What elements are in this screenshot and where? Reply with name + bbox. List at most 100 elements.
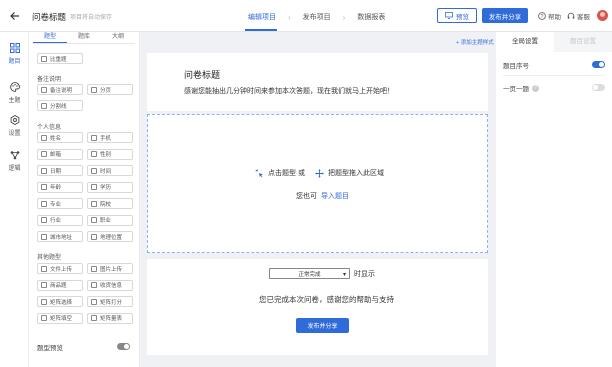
chip-label: 比重题	[50, 56, 67, 63]
step-publish[interactable]: 发布项目	[301, 12, 333, 22]
import-questions-link[interactable]: 导入题目	[321, 193, 349, 200]
survey-title[interactable]: 问卷标题	[32, 11, 66, 23]
add-theme-link[interactable]: + 添加主题样式	[456, 38, 494, 46]
service-link[interactable]: 客服	[567, 11, 590, 21]
tab-types[interactable]: 题型	[33, 32, 67, 43]
type-preview-label: 题型预览	[37, 345, 63, 352]
step-edit[interactable]: 编辑项目	[246, 12, 278, 22]
help-icon[interactable]: ?	[532, 84, 539, 92]
rail-item-logic[interactable]: 逻辑	[0, 150, 29, 172]
chip-personal-field[interactable]: 学历	[87, 181, 133, 193]
divider	[503, 75, 605, 76]
end-condition-select[interactable]: 正常完成 ▾	[269, 268, 350, 279]
type-preview-toggle[interactable]	[117, 343, 130, 350]
end-publish-button[interactable]: 发布并分享	[296, 318, 349, 333]
chevron-down-icon: ▾	[342, 272, 346, 278]
question-type-icon	[41, 265, 47, 272]
chip-other-type[interactable]: 矩阵打分	[87, 296, 133, 307]
question-number-toggle[interactable]	[592, 61, 605, 68]
one-per-page-toggle[interactable]	[592, 84, 605, 91]
chip-label: 姓名	[50, 135, 62, 142]
chip-personal-field[interactable]: 专业	[37, 198, 83, 209]
end-condition-suffix: 时显示	[354, 271, 375, 278]
chip-personal-field[interactable]: 手机	[87, 132, 133, 143]
question-type-icon	[41, 86, 47, 93]
settings-tabs: 全局设置 题目设置	[496, 32, 612, 52]
chip-other-type[interactable]: 矩阵选择	[37, 296, 83, 307]
tab-question-settings[interactable]: 题目设置	[554, 32, 612, 52]
chip-label: 邮箱	[50, 152, 62, 158]
section-note-title: 备注说明	[37, 77, 62, 83]
publish-share-button[interactable]: 发布并分享	[482, 8, 528, 23]
chip-other-type[interactable]: 图片上传	[87, 263, 133, 274]
question-type-icon	[41, 298, 47, 305]
chip-other-type[interactable]: 商品题	[37, 279, 83, 291]
question-type-icon	[41, 102, 47, 109]
survey-header-card[interactable]: 问卷标题 感谢您能抽出几分钟时间来参加本次答题，现在我们就马上开始吧！	[147, 53, 488, 111]
autosave-hint: 项目将自动保存	[70, 15, 113, 21]
question-drop-zone[interactable]: 点击题型 或 把题型拖入此区域 您也可 导入题目	[147, 114, 488, 253]
chip-personal-field[interactable]: 性别	[87, 148, 133, 160]
rail-item-theme[interactable]: 主题	[0, 82, 29, 104]
chip-personal-field[interactable]: 时间	[87, 165, 133, 176]
grid-icon	[9, 43, 20, 53]
question-type-icon	[91, 315, 97, 321]
survey-description[interactable]: 感谢您能抽出几分钟时间来参加本次答题，现在我们就马上开始吧！	[184, 86, 394, 96]
chip-divider[interactable]: 分割线	[37, 100, 83, 111]
section-other-title: 其他题型	[37, 255, 62, 261]
rail-item-questions[interactable]: 题目	[0, 43, 29, 65]
chip-other-type[interactable]: 文件上传	[37, 263, 83, 274]
question-type-icon	[91, 282, 97, 288]
survey-heading[interactable]: 问卷标题	[184, 68, 220, 81]
chip-label: 矩阵选择	[50, 299, 73, 306]
chip-other-type[interactable]: 矩阵量表	[87, 312, 133, 324]
chip-note[interactable]: 备注说明	[37, 84, 83, 95]
question-type-icon	[41, 55, 47, 62]
chip-label: 商品题	[50, 283, 67, 289]
chip-personal-field[interactable]: 邮箱	[37, 148, 83, 160]
back-arrow-icon[interactable]	[9, 10, 21, 22]
chip-personal-field[interactable]: 行业	[37, 214, 83, 226]
chip-page[interactable]: 分页	[87, 84, 133, 95]
chip-other-type[interactable]: 矩阵填空	[37, 312, 83, 324]
chip-personal-field[interactable]: 职业	[87, 214, 133, 226]
rail-label: 设置	[8, 131, 21, 137]
user-avatar[interactable]	[597, 10, 608, 21]
chip-weight[interactable]: 比重题	[37, 53, 83, 64]
chip-personal-field[interactable]: 姓名	[37, 132, 83, 143]
headset-icon	[567, 12, 575, 19]
setting-question-number: 题目序号	[503, 60, 529, 70]
question-type-icon	[91, 265, 97, 272]
chip-personal-field[interactable]: 地理位置	[87, 231, 133, 242]
question-type-icon	[91, 217, 97, 223]
end-condition-value: 正常完成	[298, 271, 321, 278]
question-type-icon	[41, 151, 47, 157]
monitor-icon	[445, 12, 453, 19]
question-type-icon	[91, 184, 97, 190]
setting-one-per-page: 一页一题 ?	[503, 83, 539, 93]
end-message[interactable]: 您已完成本次问卷，感谢您的帮助与支持	[259, 294, 394, 305]
preview-button[interactable]: 预览	[437, 8, 477, 23]
chip-personal-field[interactable]: 城市地址	[37, 231, 83, 242]
panel-tabs: 题型 题库 大纲	[33, 32, 135, 44]
palette-icon	[9, 82, 20, 92]
chip-personal-field[interactable]: 日期	[37, 165, 83, 176]
chip-label: 收货信息	[100, 283, 123, 289]
question-type-icon	[41, 184, 47, 190]
tab-bank[interactable]: 题库	[67, 32, 101, 43]
tab-outline[interactable]: 大纲	[101, 32, 135, 43]
help-link[interactable]: ? 帮助	[538, 11, 561, 21]
rail-item-settings[interactable]: 设置	[0, 115, 29, 137]
chip-label: 院校	[100, 201, 112, 208]
question-type-icon	[91, 200, 97, 207]
question-type-icon	[91, 233, 97, 240]
chip-other-type[interactable]: 收货信息	[87, 279, 133, 291]
question-type-icon	[91, 167, 97, 174]
chip-personal-field[interactable]: 院校	[87, 198, 133, 209]
rail-label: 逻辑	[8, 166, 21, 172]
chip-personal-field[interactable]: 年龄	[37, 181, 83, 193]
tab-global-settings[interactable]: 全局设置	[496, 32, 554, 52]
svg-text:?: ?	[541, 14, 544, 20]
drop-instructions: 点击题型 或 把题型拖入此区域	[255, 168, 384, 178]
step-report[interactable]: 数据报表	[355, 12, 387, 22]
